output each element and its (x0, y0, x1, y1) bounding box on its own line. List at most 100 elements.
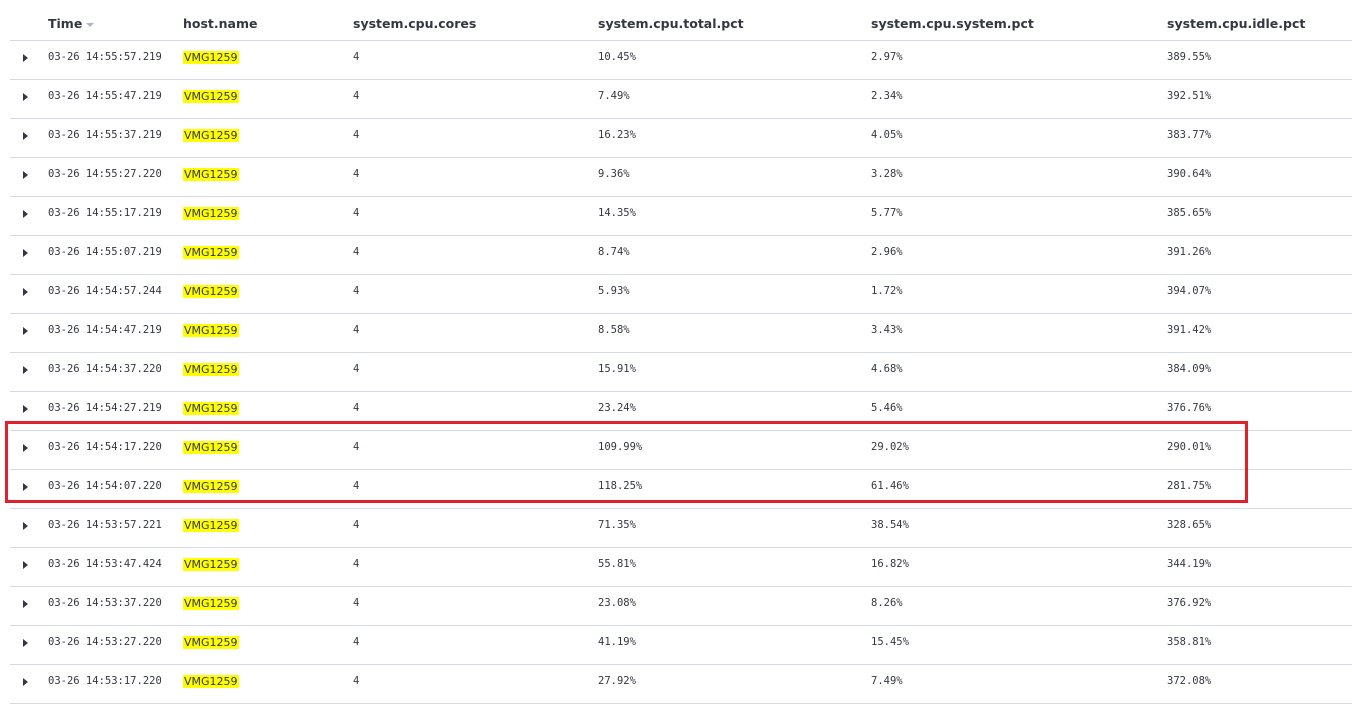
expand-row-caret-icon[interactable] (23, 522, 28, 530)
cell-host-name: VMG1259 (183, 363, 239, 377)
table-row[interactable]: 03-26 14:55:17.219 VMG1259 4 14.35% 5.77% 385… (10, 196, 1352, 236)
cell-time: 03-26 14:55:17.219 (48, 207, 162, 219)
expand-row-caret-icon[interactable] (23, 54, 28, 62)
cell-host-name-highlighted: VMG1259 (183, 285, 239, 298)
cell-cores: 4 (353, 51, 360, 63)
cell-total: 8.58% (598, 324, 630, 336)
expand-row-caret-icon[interactable] (23, 210, 28, 218)
column-header-cpu-total-pct[interactable]: system.cpu.total.pct (598, 16, 744, 31)
cell-cores: 4 (353, 402, 360, 414)
expand-row-caret-icon[interactable] (23, 600, 28, 608)
cell-idle: 383.77% (1167, 129, 1212, 141)
cell-total: 7.49% (598, 90, 630, 102)
cell-host-name: VMG1259 (183, 597, 239, 611)
cell-total: 41.19% (598, 636, 636, 648)
table-row[interactable]: 03-26 14:54:47.219 VMG1259 4 8.58% 3.43% 391.… (10, 313, 1352, 353)
cell-host-name: VMG1259 (183, 558, 239, 572)
cell-system: 7.49% (871, 675, 903, 687)
cell-total: 23.08% (598, 597, 636, 609)
sort-descending-icon[interactable] (86, 22, 95, 27)
cell-time: 03-26 14:53:37.220 (48, 597, 162, 609)
cell-host-name: VMG1259 (183, 636, 239, 650)
table-row[interactable]: 03-26 14:55:47.219 VMG1259 4 7.49% 2.34% 392.… (10, 79, 1352, 119)
cell-cores: 4 (353, 324, 360, 336)
expand-row-caret-icon[interactable] (23, 93, 28, 101)
cell-time: 03-26 14:54:37.220 (48, 363, 162, 375)
table-row[interactable]: 03-26 14:53:17.220 VMG1259 4 27.92% 7.49% 372… (10, 664, 1352, 704)
cell-cores: 4 (353, 168, 360, 180)
expand-row-caret-icon[interactable] (23, 366, 28, 374)
cell-total: 15.91% (598, 363, 636, 375)
column-header-cpu-cores[interactable]: system.cpu.cores (353, 16, 476, 31)
cell-idle: 391.42% (1167, 324, 1212, 336)
cell-total: 9.36% (598, 168, 630, 180)
cell-host-name-highlighted: VMG1259 (183, 519, 239, 532)
cell-host-name-highlighted: VMG1259 (183, 636, 239, 649)
cell-total: 23.24% (598, 402, 636, 414)
table-header: Time host.name system.cpu.cores system.c… (10, 0, 1352, 41)
cell-system: 15.45% (871, 636, 909, 648)
cell-idle: 358.81% (1167, 636, 1212, 648)
expand-row-caret-icon[interactable] (23, 405, 28, 413)
cell-time: 03-26 14:55:27.220 (48, 168, 162, 180)
table-row[interactable]: 03-26 14:53:47.424 VMG1259 4 55.81% 16.82% 34… (10, 547, 1352, 587)
cell-time: 03-26 14:55:47.219 (48, 90, 162, 102)
cell-time: 03-26 14:54:27.219 (48, 402, 162, 414)
cell-cores: 4 (353, 363, 360, 375)
table-row[interactable]: 03-26 14:55:27.220 VMG1259 4 9.36% 3.28% 390.… (10, 157, 1352, 197)
table-row[interactable]: 03-26 14:55:37.219 VMG1259 4 16.23% 4.05% 383… (10, 118, 1352, 158)
cell-cores: 4 (353, 597, 360, 609)
cell-system: 4.05% (871, 129, 903, 141)
cell-total: 10.45% (598, 51, 636, 63)
expand-row-caret-icon[interactable] (23, 132, 28, 140)
cell-total: 71.35% (598, 519, 636, 531)
cell-host-name-highlighted: VMG1259 (183, 402, 239, 415)
expand-row-caret-icon[interactable] (23, 678, 28, 686)
column-header-cpu-idle-pct[interactable]: system.cpu.idle.pct (1167, 16, 1305, 31)
cell-host-name: VMG1259 (183, 51, 239, 65)
column-header-time[interactable]: Time (48, 16, 95, 31)
cell-host-name-highlighted: VMG1259 (183, 324, 239, 337)
cell-time: 03-26 14:53:17.220 (48, 675, 162, 687)
cell-host-name: VMG1259 (183, 90, 239, 104)
table-row[interactable]: 03-26 14:54:37.220 VMG1259 4 15.91% 4.68% 384… (10, 352, 1352, 392)
cell-total: 55.81% (598, 558, 636, 570)
highlight-annotation-box (5, 421, 1248, 503)
expand-row-caret-icon[interactable] (23, 171, 28, 179)
table-row[interactable]: 03-26 14:53:27.220 VMG1259 4 41.19% 15.45% 35… (10, 625, 1352, 665)
cell-host-name: VMG1259 (183, 519, 239, 533)
cell-host-name-highlighted: VMG1259 (183, 51, 239, 64)
table-row[interactable]: 03-26 14:54:57.244 VMG1259 4 5.93% 1.72% 394.… (10, 274, 1352, 314)
cell-cores: 4 (353, 129, 360, 141)
cell-host-name: VMG1259 (183, 402, 239, 416)
expand-row-caret-icon[interactable] (23, 561, 28, 569)
cell-total: 8.74% (598, 246, 630, 258)
column-header-host-name[interactable]: host.name (183, 16, 258, 31)
cell-idle: 389.55% (1167, 51, 1212, 63)
table-row[interactable]: 03-26 14:55:07.219 VMG1259 4 8.74% 2.96% 391.… (10, 235, 1352, 275)
cell-host-name-highlighted: VMG1259 (183, 363, 239, 376)
expand-row-caret-icon[interactable] (23, 327, 28, 335)
cell-host-name: VMG1259 (183, 207, 239, 221)
cell-system: 8.26% (871, 597, 903, 609)
cell-cores: 4 (353, 246, 360, 258)
table-row[interactable]: 03-26 14:55:57.219 VMG1259 4 10.45% 2.97% 389… (10, 40, 1352, 80)
cell-host-name-highlighted: VMG1259 (183, 129, 239, 142)
cell-system: 4.68% (871, 363, 903, 375)
cell-idle: 391.26% (1167, 246, 1212, 258)
cell-idle: 385.65% (1167, 207, 1212, 219)
cell-system: 2.97% (871, 51, 903, 63)
expand-row-caret-icon[interactable] (23, 288, 28, 296)
expand-row-caret-icon[interactable] (23, 639, 28, 647)
cell-system: 1.72% (871, 285, 903, 297)
cell-total: 5.93% (598, 285, 630, 297)
cell-idle: 344.19% (1167, 558, 1212, 570)
column-header-cpu-system-pct[interactable]: system.cpu.system.pct (871, 16, 1034, 31)
cell-time: 03-26 14:54:47.219 (48, 324, 162, 336)
table-row[interactable]: 03-26 14:53:37.220 VMG1259 4 23.08% 8.26% 376… (10, 586, 1352, 626)
table-row[interactable]: 03-26 14:53:57.221 VMG1259 4 71.35% 38.54% 32… (10, 508, 1352, 548)
cell-idle: 376.76% (1167, 402, 1212, 414)
expand-row-caret-icon[interactable] (23, 249, 28, 257)
cell-host-name: VMG1259 (183, 168, 239, 182)
cell-cores: 4 (353, 675, 360, 687)
